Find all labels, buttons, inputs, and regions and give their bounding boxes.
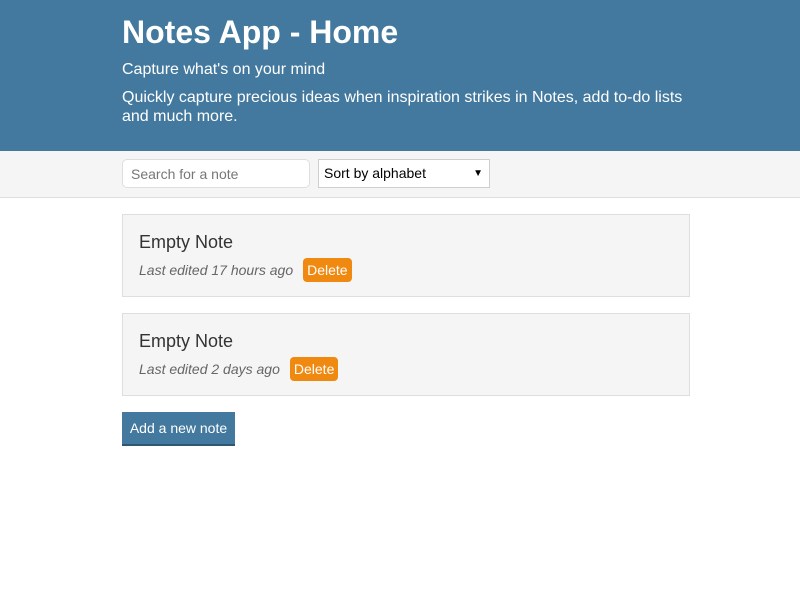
delete-note-button[interactable]: Delete [289,357,339,381]
note-last-edited: Last edited 2 days ago [139,361,280,377]
sort-select[interactable]: Sort by alphabet ▼ [318,159,490,188]
page-title: Notes App - Home [122,14,399,50]
page-header: Notes App - Home Capture what's on your … [0,0,800,151]
note-meta: Last edited 17 hours ago Delete [139,258,352,282]
note-card[interactable]: Empty Note Last edited 2 days ago Delete [122,313,690,396]
search-input[interactable] [122,159,310,188]
dropdown-arrow-icon: ▼ [473,168,483,179]
page-description: Quickly capture precious ideas when insp… [122,89,683,125]
note-title[interactable]: Empty Note [139,330,233,352]
delete-note-button[interactable]: Delete [303,258,352,282]
note-card[interactable]: Empty Note Last edited 17 hours ago Dele… [122,214,690,297]
actions-toolbar: Sort by alphabet ▼ [0,151,800,198]
note-last-edited: Last edited 17 hours ago [139,262,294,278]
page-subtitle: Capture what's on your mind [122,61,326,78]
note-title[interactable]: Empty Note [139,231,233,253]
sort-select-value: Sort by alphabet [324,165,426,181]
add-note-button[interactable]: Add a new note [122,412,235,446]
note-meta: Last edited 2 days ago Delete [139,357,339,381]
